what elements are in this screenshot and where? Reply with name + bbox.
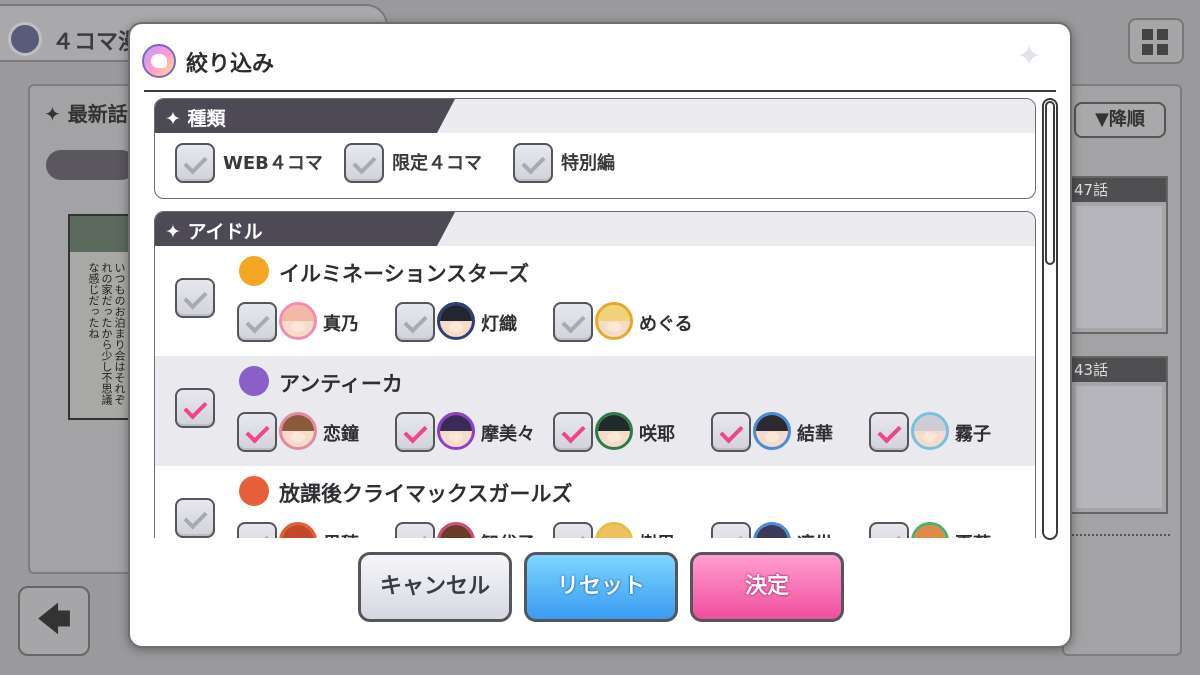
group-checkbox[interactable] xyxy=(175,498,215,538)
idol-avatar xyxy=(437,522,475,538)
header-divider xyxy=(144,90,1056,92)
option-label: WEB４コマ xyxy=(223,153,323,174)
idol-avatar xyxy=(595,522,633,538)
idol-avatar xyxy=(595,302,633,340)
idol-name: めぐる xyxy=(639,314,693,335)
idol-name: 恋鐘 xyxy=(323,424,359,445)
filter-dialog: 絞り込み ✦ ✦ 種類 WEB４コマ 限定４コマ 特別編 ✦ アイドル イルミネ… xyxy=(128,22,1072,648)
type-section-label: 種類 xyxy=(187,108,226,130)
idol-checkbox[interactable] xyxy=(711,522,751,538)
idol-section: ✦ アイドル イルミネーションスターズ真乃 灯織 めぐるアンティーカ 恋鐘 摩美々 咲耶 結… xyxy=(154,211,1036,538)
idol-name: 灯織 xyxy=(481,314,517,335)
episode-art xyxy=(1076,386,1162,508)
unit-emblem-icon xyxy=(239,256,269,286)
idol-name: 智代子 xyxy=(481,530,535,538)
idol-checkbox[interactable] xyxy=(237,302,277,342)
idol-avatar xyxy=(753,522,791,538)
idol-checkbox[interactable] xyxy=(395,412,435,452)
filter-emblem-icon xyxy=(142,44,176,78)
episode-card[interactable]: 47話 xyxy=(1070,176,1168,334)
section-title-idol: ✦ アイドル xyxy=(165,221,263,243)
idol-group-row: アンティーカ 恋鐘 摩美々 咲耶 結華 霧子 xyxy=(155,356,1035,466)
idol-checkbox[interactable] xyxy=(869,412,909,452)
background-tab-title: ４コマ漫 xyxy=(52,30,141,55)
idol-checkbox[interactable] xyxy=(395,302,435,342)
reset-button[interactable]: リセット xyxy=(524,552,678,622)
group-name: アンティーカ xyxy=(279,372,403,396)
group-name: イルミネーションスターズ xyxy=(279,262,530,286)
idol-avatar xyxy=(279,302,317,340)
comic-panel-art xyxy=(70,216,128,252)
scrollbar-thumb[interactable] xyxy=(1045,101,1055,265)
idol-checkbox[interactable] xyxy=(553,412,593,452)
idol-checkbox[interactable] xyxy=(553,522,593,538)
sort-order-button[interactable]: ▼降順 xyxy=(1074,102,1166,138)
idol-avatar xyxy=(279,522,317,538)
idol-checkbox[interactable] xyxy=(711,412,751,452)
idol-checkbox[interactable] xyxy=(237,522,277,538)
idol-checkbox[interactable] xyxy=(869,522,909,538)
divider xyxy=(1060,534,1170,536)
group-name: 放課後クライマックスガールズ xyxy=(279,482,573,506)
idol-name: 真乃 xyxy=(323,314,359,335)
sparkle-icon: ✦ xyxy=(1016,39,1042,74)
idol-avatar xyxy=(437,302,475,340)
idol-group-row: イルミネーションスターズ真乃 灯織 めぐる xyxy=(155,246,1035,356)
idol-avatar xyxy=(911,522,949,538)
idol-avatar xyxy=(595,412,633,450)
idol-avatar xyxy=(753,412,791,450)
checkbox-limited4koma[interactable] xyxy=(344,143,384,183)
idol-section-label: アイドル xyxy=(187,221,263,243)
unit-emblem-icon xyxy=(239,476,269,506)
back-arrow-icon[interactable]: 🡄 xyxy=(18,586,90,656)
latest-panel-title: ✦ 最新話 xyxy=(44,102,128,126)
checkbox-special[interactable] xyxy=(513,143,553,183)
idol-name: 夏葉 xyxy=(955,530,991,538)
tab-emblem-icon xyxy=(8,22,42,56)
idol-checkbox[interactable] xyxy=(237,412,277,452)
idol-name: 果穂 xyxy=(323,530,359,538)
idol-checkbox[interactable] xyxy=(395,522,435,538)
idol-group-row: 放課後クライマックスガールズ果穂 智代子 樹里 凛世 夏葉 xyxy=(155,466,1035,538)
latest-pill xyxy=(46,150,136,180)
cancel-button[interactable]: キャンセル xyxy=(358,552,512,622)
idol-name: 樹里 xyxy=(639,530,675,538)
filter-scroll-area[interactable]: ✦ 種類 WEB４コマ 限定４コマ 特別編 ✦ アイドル イルミネーションスター… xyxy=(152,98,1036,538)
idol-name: 咲耶 xyxy=(639,424,675,445)
grid-view-button[interactable] xyxy=(1128,18,1184,64)
idol-name: 摩美々 xyxy=(481,424,535,445)
episode-number: 47話 xyxy=(1072,178,1166,202)
dialog-title: 絞り込み xyxy=(186,52,275,77)
option-label: 限定４コマ xyxy=(392,153,482,174)
episode-card[interactable]: 43話 xyxy=(1070,356,1168,514)
idol-checkbox[interactable] xyxy=(553,302,593,342)
confirm-button[interactable]: 決定 xyxy=(690,552,844,622)
idol-avatar xyxy=(279,412,317,450)
group-checkbox[interactable] xyxy=(175,388,215,428)
idol-name: 凛世 xyxy=(797,530,833,538)
idol-avatar xyxy=(911,412,949,450)
group-checkbox[interactable] xyxy=(175,278,215,318)
episode-art xyxy=(1076,206,1162,328)
checkbox-web4koma[interactable] xyxy=(175,143,215,183)
idol-avatar xyxy=(437,412,475,450)
episode-number: 43話 xyxy=(1072,358,1166,382)
unit-emblem-icon xyxy=(239,366,269,396)
section-title-type: ✦ 種類 xyxy=(165,108,226,130)
idol-name: 結華 xyxy=(797,424,833,445)
type-section: ✦ 種類 WEB４コマ 限定４コマ 特別編 xyxy=(154,98,1036,199)
idol-name: 霧子 xyxy=(955,424,991,445)
option-label: 特別編 xyxy=(561,153,615,174)
comic-speech-text: いつものお泊まり会はそれぞれの家だったから少し不思議な感じだったね xyxy=(87,262,126,405)
scrollbar-track[interactable] xyxy=(1042,98,1058,540)
